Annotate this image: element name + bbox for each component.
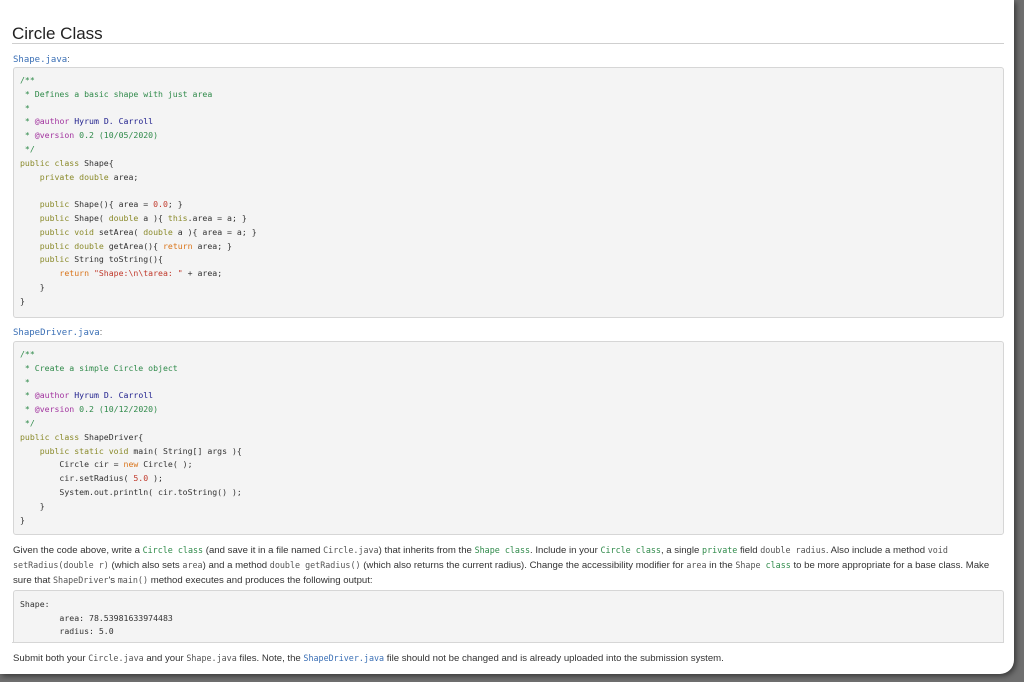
output-divider — [12, 642, 1004, 643]
instructions-text: Given the code above, write a Circle cla… — [13, 545, 990, 586]
shape-code-block[interactable]: /** * Defines a basic shape with just ar… — [13, 67, 1004, 318]
page-title: Circle Class — [12, 24, 103, 43]
submit-note: Submit both your Circle.java and your Sh… — [13, 653, 724, 664]
expected-output: Shape: area: 78.53981633974483 radius: 5… — [20, 599, 173, 636]
title-divider — [12, 43, 1004, 44]
shape-file-label: Shape.java: — [13, 54, 70, 65]
expected-output-block[interactable]: Shape: area: 78.53981633974483 radius: 5… — [13, 590, 1004, 642]
driver-file-name: ShapeDriver.java — [13, 328, 100, 338]
assignment-page: Circle Class Shape.java: /** * Defines a… — [0, 0, 1014, 674]
driver-code: /** * Create a simple Circle object * * … — [20, 349, 242, 525]
shape-code: /** * Defines a basic shape with just ar… — [20, 75, 257, 306]
shape-file-name: Shape.java — [13, 55, 68, 65]
driver-code-block[interactable]: /** * Create a simple Circle object * * … — [13, 341, 1004, 535]
driver-file-label: ShapeDriver.java: — [13, 327, 103, 338]
